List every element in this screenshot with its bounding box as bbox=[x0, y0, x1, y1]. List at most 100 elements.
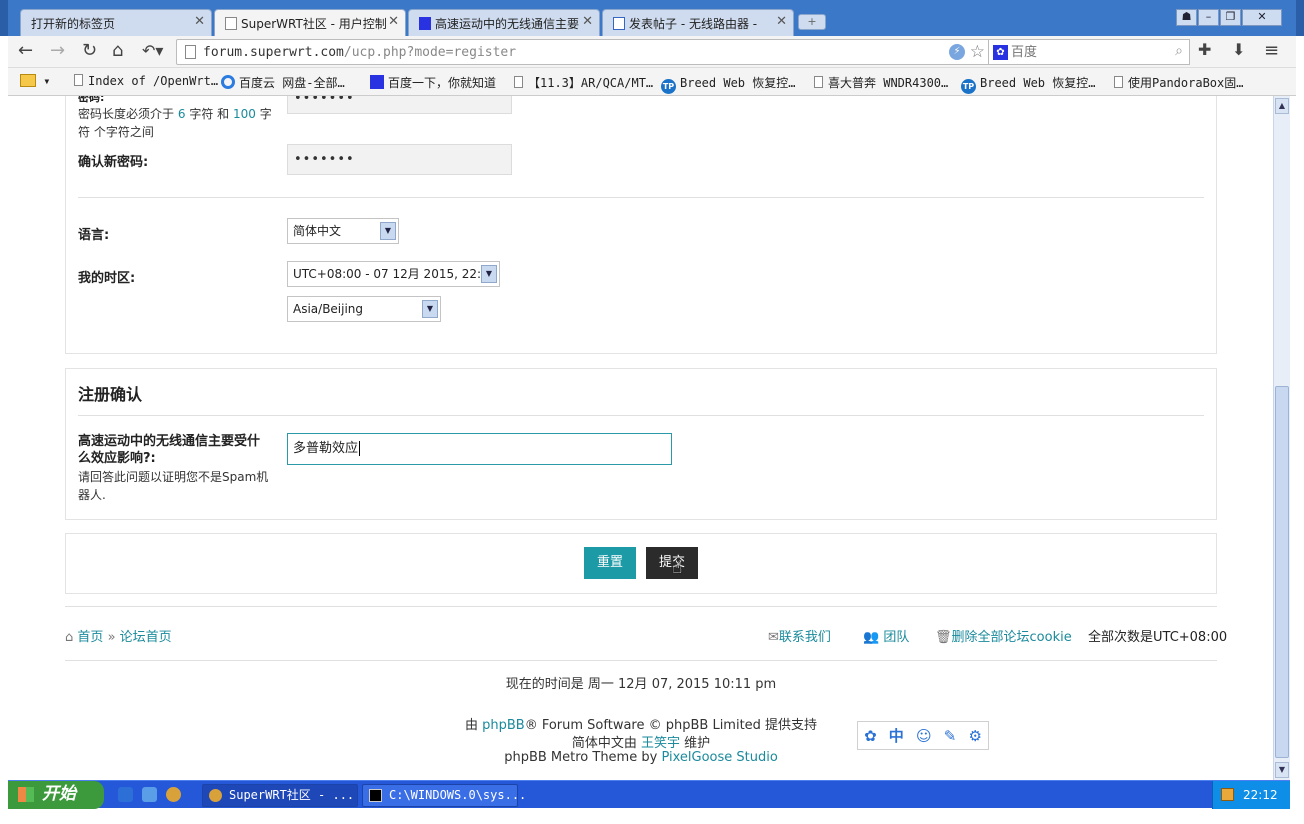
home-icon: ⌂ bbox=[65, 630, 74, 645]
bookmark-item[interactable]: 百度一下，你就知道 bbox=[370, 74, 496, 91]
bookmark-item[interactable]: 使用PandoraBox固… bbox=[1114, 74, 1243, 91]
bookmark-star-icon[interactable]: ☆ bbox=[970, 42, 985, 62]
timezone-label: 我的时区: bbox=[78, 271, 136, 286]
clock: 22:12 bbox=[1243, 788, 1278, 802]
windows-flag-icon bbox=[18, 787, 34, 802]
tray-app-icon[interactable] bbox=[1221, 788, 1234, 801]
menu-icon[interactable]: ≡ bbox=[1264, 40, 1279, 61]
bookmark-item[interactable]: TP Breed Web 恢复控… bbox=[961, 74, 1095, 94]
taskbar-item-browser[interactable]: SuperWRT社区 - ... bbox=[202, 784, 358, 807]
bookmark-item[interactable]: TP Breed Web 恢复控… bbox=[661, 74, 795, 94]
ie-icon[interactable] bbox=[118, 787, 133, 802]
baidu-paw-icon bbox=[419, 17, 431, 30]
envelope-icon: ✉ bbox=[768, 630, 779, 645]
back-icon[interactable]: ← bbox=[18, 40, 33, 62]
chinese-mode-icon[interactable]: 中 bbox=[889, 725, 904, 746]
close-icon[interactable]: ✕ bbox=[582, 14, 593, 29]
close-icon[interactable]: ✕ bbox=[776, 14, 787, 29]
confirm-password-field[interactable]: ••••••• bbox=[287, 144, 512, 175]
password-field[interactable]: ••••••• bbox=[287, 96, 512, 114]
extension-bolt-icon[interactable]: ⚡ bbox=[949, 44, 965, 60]
start-button[interactable]: 开始 bbox=[8, 781, 104, 809]
translator-link[interactable]: 王笑宇 bbox=[641, 736, 680, 751]
tab-label: SuperWRT社区 - 用户控制 bbox=[241, 17, 387, 31]
home-link[interactable]: 首页 bbox=[77, 630, 103, 645]
search-icon[interactable]: ⌕ bbox=[1175, 43, 1183, 59]
handwriting-icon[interactable]: ✎ bbox=[944, 727, 957, 745]
language-select[interactable]: 简体中文 ▼ bbox=[287, 218, 399, 244]
browser-toolbar: ← → ↻ ⌂ ↶▾ forum.superwrt.com/ucp.php?mo… bbox=[8, 36, 1296, 68]
home-icon[interactable]: ⌂ bbox=[112, 40, 123, 62]
question-hint: 请回答此问题以证明您不是Spam机器人. bbox=[78, 470, 269, 502]
divider bbox=[78, 197, 1204, 198]
minimize-button[interactable]: – bbox=[1198, 9, 1219, 26]
forward-icon[interactable]: → bbox=[50, 40, 65, 62]
timezone-region-select[interactable]: Asia/Beijing ▼ bbox=[287, 296, 441, 322]
phpbb-link[interactable]: phpBB bbox=[482, 718, 525, 733]
system-tray: 22:12 bbox=[1212, 781, 1290, 809]
tab-baidu-question[interactable]: 高速运动中的无线通信主要 ✕ bbox=[408, 9, 600, 36]
settings-icon[interactable]: ⚙ bbox=[968, 727, 981, 745]
team-link[interactable]: 团队 bbox=[883, 630, 909, 645]
tab-new-tab[interactable]: 打开新的标签页 ✕ bbox=[20, 9, 212, 36]
baidu-paw-icon[interactable]: ✿ bbox=[864, 727, 877, 745]
delete-cookies-item: 🗑删除全部论坛cookie bbox=[935, 626, 1072, 645]
download-icon[interactable]: ⬇ bbox=[1232, 40, 1245, 59]
console-icon bbox=[369, 789, 382, 802]
address-url[interactable]: forum.superwrt.com/ucp.php?mode=register bbox=[203, 45, 516, 60]
taskbar-item-console[interactable]: C:\WINDOWS.0\sys... bbox=[362, 784, 526, 807]
breadcrumb: ⌂ 首页 » 论坛首页 bbox=[65, 626, 172, 645]
forum-home-link[interactable]: 论坛首页 bbox=[120, 630, 172, 645]
vertical-scrollbar[interactable]: ▲ ▼ bbox=[1273, 96, 1290, 780]
hand-cursor-icon: ☝ bbox=[672, 558, 683, 578]
breadcrumb-separator: » bbox=[107, 630, 116, 645]
window-controls: ☗ – ❐ ✕ bbox=[1176, 9, 1282, 26]
reload-icon[interactable]: ↻ bbox=[82, 40, 97, 62]
close-icon[interactable]: ✕ bbox=[194, 14, 205, 29]
profile-icon[interactable]: ☗ bbox=[1176, 9, 1197, 26]
chevron-down-icon: ▼ bbox=[481, 265, 497, 283]
chrome-icon[interactable] bbox=[166, 787, 181, 802]
reset-button[interactable]: 重置 bbox=[584, 547, 636, 579]
bookmarks-bar: ▾ Index of /OpenWrt… 百度云 网盘-全部… 百度一下，你就知… bbox=[8, 68, 1296, 96]
answer-input[interactable]: 多普勒效应 bbox=[287, 433, 672, 465]
team-item: 👥 团队 bbox=[863, 626, 909, 645]
undo-icon[interactable]: ↶▾ bbox=[142, 40, 163, 62]
restore-button[interactable]: ❐ bbox=[1220, 9, 1241, 26]
emoji-icon[interactable]: ☺ bbox=[916, 727, 932, 745]
chrome-icon bbox=[209, 789, 222, 802]
page-icon bbox=[225, 17, 237, 30]
baidu-paw-icon: ✿ bbox=[993, 45, 1008, 60]
confirm-password-label: 确认新密码: bbox=[78, 155, 149, 170]
chevron-down-icon: ▼ bbox=[422, 300, 438, 318]
search-input[interactable] bbox=[1011, 43, 1161, 61]
bookmark-item[interactable]: Index of /OpenWrt… bbox=[74, 74, 218, 88]
close-icon[interactable]: ✕ bbox=[388, 14, 399, 29]
submit-panel: 重置 提交 ☝ bbox=[65, 533, 1217, 594]
bookmarks-folder-icon[interactable]: ▾ bbox=[20, 74, 50, 88]
divider bbox=[65, 606, 1217, 607]
users-icon: 👥 bbox=[863, 630, 880, 645]
contact-item: ✉联系我们 bbox=[768, 626, 831, 645]
bookmark-item[interactable]: 喜大普奔 WNDR4300… bbox=[814, 74, 948, 91]
tab-label: 高速运动中的无线通信主要 bbox=[435, 17, 580, 31]
pixelgoose-link[interactable]: PixelGoose Studio bbox=[661, 750, 777, 765]
extensions-puzzle-icon[interactable]: ✚ bbox=[1198, 40, 1211, 59]
trash-icon: 🗑 bbox=[935, 630, 952, 645]
timezone-select[interactable]: UTC+08:00 - 07 12月 2015, 22:11 ▼ bbox=[287, 261, 500, 287]
bookmark-item[interactable]: 【11.3】AR/QCA/MT… bbox=[514, 74, 653, 91]
scrollbar-thumb[interactable] bbox=[1275, 386, 1289, 758]
delete-cookies-link[interactable]: 删除全部论坛cookie bbox=[952, 630, 1072, 645]
scroll-down-icon[interactable]: ▼ bbox=[1275, 762, 1289, 778]
new-tab-button[interactable]: + bbox=[798, 14, 826, 30]
tab-post-topic[interactable]: 发表帖子 - 无线路由器 - ✕ bbox=[602, 9, 794, 36]
scroll-up-icon[interactable]: ▲ bbox=[1275, 98, 1289, 114]
close-window-button[interactable]: ✕ bbox=[1242, 9, 1282, 26]
address-bar[interactable]: forum.superwrt.com/ucp.php?mode=register… bbox=[176, 39, 992, 65]
tab-superwrt-ucp[interactable]: SuperWRT社区 - 用户控制 ✕ bbox=[214, 9, 406, 36]
bookmark-item[interactable]: 百度云 网盘-全部… bbox=[221, 74, 345, 91]
taskbar: 开始 SuperWRT社区 - ... C:\WINDOWS.0\sys... … bbox=[8, 780, 1290, 809]
search-box[interactable]: ✿ ⌕ bbox=[988, 39, 1190, 65]
desktop-icon[interactable] bbox=[142, 787, 157, 802]
contact-link[interactable]: 联系我们 bbox=[779, 630, 831, 645]
